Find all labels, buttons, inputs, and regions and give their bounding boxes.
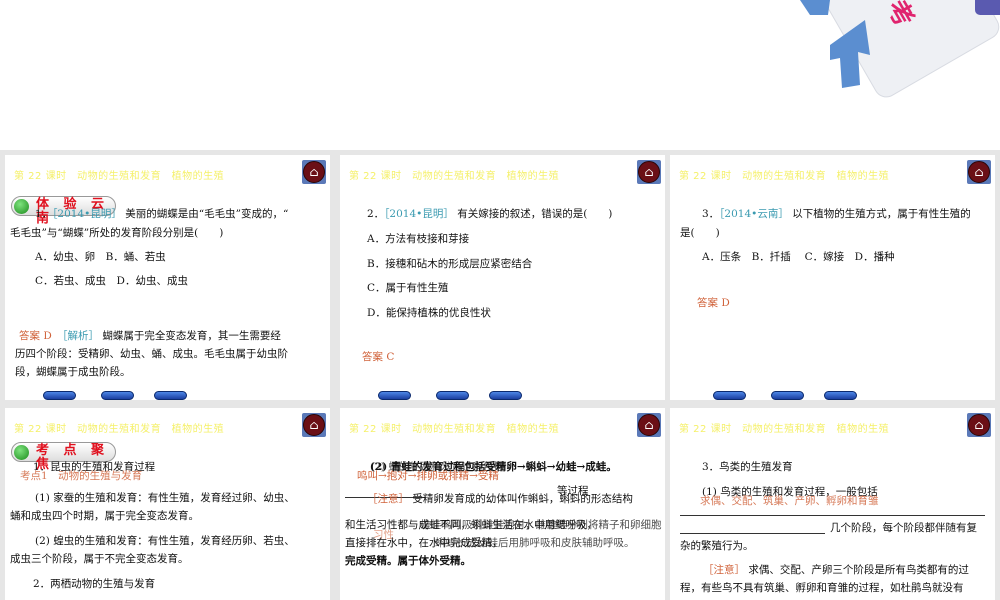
section-badge: 考 点 聚 焦: [11, 442, 116, 472]
home-button[interactable]: ⌂: [967, 413, 991, 437]
blank-line: [680, 515, 985, 516]
green-dot-icon: [14, 199, 29, 214]
nav-button-3[interactable]: [154, 391, 187, 400]
slide-1[interactable]: 第 22 课时 动物的生殖和发育 植物的生殖 ⌂ 体 验 云 南 1．［2014…: [5, 155, 330, 400]
home-button[interactable]: ⌂: [302, 413, 326, 437]
home-icon: ⌂: [968, 414, 990, 436]
home-icon: ⌂: [303, 161, 325, 183]
nav-button-1[interactable]: [713, 391, 746, 400]
home-icon: ⌂: [303, 414, 325, 436]
nav-button-3[interactable]: [824, 391, 857, 400]
home-icon: ⌂: [638, 414, 660, 436]
nav-button-2[interactable]: [771, 391, 804, 400]
slide-title: 第 22 课时 动物的生殖和发育 植物的生殖: [349, 424, 560, 435]
slide-4[interactable]: 第 22 课时 动物的生殖和发育 植物的生殖 ⌂ 考 点 聚 焦 1．昆虫的生殖…: [5, 408, 330, 600]
slide-title: 第 22 课时 动物的生殖和发育 植物的生殖: [349, 171, 560, 182]
nav-button-2[interactable]: [101, 391, 134, 400]
nav-button-3[interactable]: [489, 391, 522, 400]
slide-title: 第 22 课时 动物的生殖和发育 植物的生殖: [679, 171, 890, 182]
home-button[interactable]: ⌂: [967, 160, 991, 184]
top-area: 考: [0, 0, 1000, 150]
slide-title: 第 22 课时 动物的生殖和发育 植物的生殖: [14, 171, 225, 182]
decorative-banner-image: 考: [800, 0, 1000, 98]
nav-button-1[interactable]: [378, 391, 411, 400]
home-icon: ⌂: [638, 161, 660, 183]
slide-3[interactable]: 第 22 课时 动物的生殖和发育 植物的生殖 ⌂ 3．［2014•云南］ 以下植…: [670, 155, 995, 400]
home-button[interactable]: ⌂: [637, 160, 661, 184]
slide-title: 第 22 课时 动物的生殖和发育 植物的生殖: [679, 424, 890, 435]
slide-2[interactable]: 第 22 课时 动物的生殖和发育 植物的生殖 ⌂ 2．［2014•昆明］ 有关嫁…: [340, 155, 665, 400]
green-dot-icon: [14, 445, 29, 460]
nav-button-2[interactable]: [436, 391, 469, 400]
home-icon: ⌂: [968, 161, 990, 183]
slide-5[interactable]: 第 22 课时 动物的生殖和发育 植物的生殖 ⌂ (2) 青蛙的发育过程包括受精…: [340, 408, 665, 600]
nav-button-1[interactable]: [43, 391, 76, 400]
blank-line: [680, 533, 825, 534]
home-button[interactable]: ⌂: [302, 160, 326, 184]
slide-title: 第 22 课时 动物的生殖和发育 植物的生殖: [14, 424, 225, 435]
slide-6[interactable]: 第 22 课时 动物的生殖和发育 植物的生殖 ⌂ 3．鸟类的生殖发育 (1) 鸟…: [670, 408, 995, 600]
home-button[interactable]: ⌂: [637, 413, 661, 437]
